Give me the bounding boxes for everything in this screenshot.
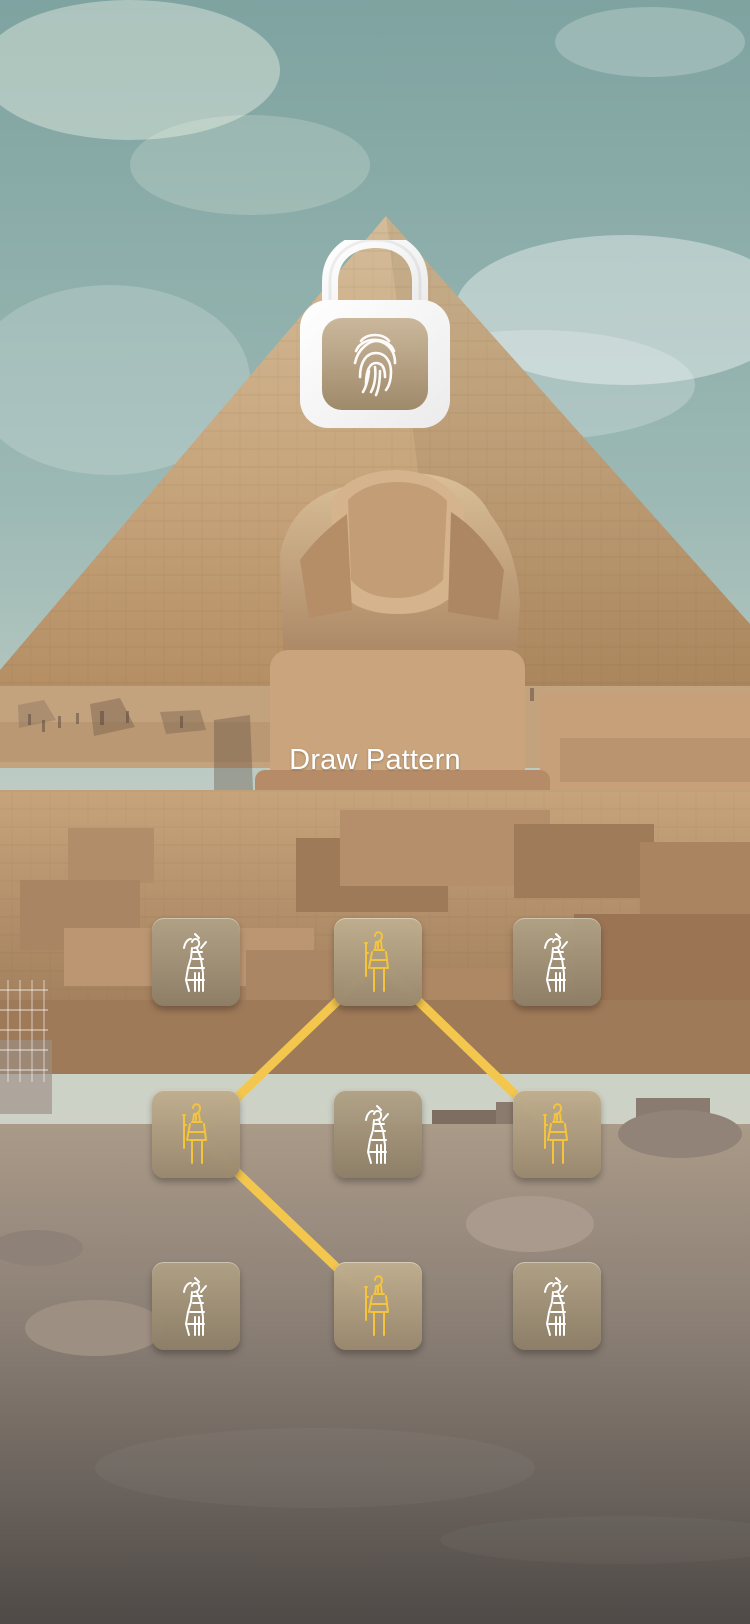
pattern-tile-1[interactable] [152,918,240,1006]
egyptian-pharaoh-icon [364,931,389,992]
egyptian-pharaoh-icon [544,1277,568,1336]
pattern-tile-7[interactable] [152,1262,240,1350]
egyptian-pharaoh-icon [543,1103,568,1164]
pattern-tile-6[interactable] [513,1090,601,1178]
pattern-tile-2[interactable] [334,918,422,1006]
egyptian-pharaoh-icon [544,933,568,992]
egyptian-pharaoh-icon [364,1275,389,1336]
fingerprint-padlock-icon [300,231,450,440]
egyptian-pharaoh-icon [183,933,207,992]
pattern-tile-9[interactable] [513,1262,601,1350]
egyptian-pharaoh-icon [365,1105,389,1164]
pattern-tile-8[interactable] [334,1262,422,1350]
egyptian-pharaoh-icon [183,1277,207,1336]
page-title: Draw Pattern [289,744,461,776]
pattern-tile-4[interactable] [152,1090,240,1178]
pattern-tile-3[interactable] [513,918,601,1006]
egyptian-pharaoh-icon [182,1103,207,1164]
pattern-tile-5[interactable] [334,1090,422,1178]
